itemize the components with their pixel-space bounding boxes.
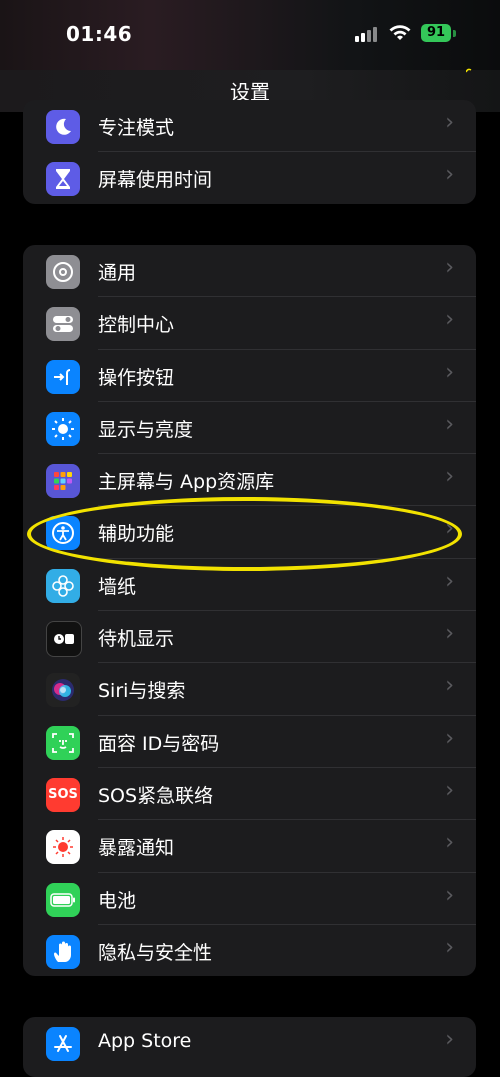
wifi-icon: [389, 25, 411, 40]
settings-row[interactable]: SOS SOS紧急联络 ›: [23, 768, 476, 821]
siri-icon: [46, 673, 80, 708]
battery-indicator: 91: [421, 24, 451, 42]
settings-row-label: 操作按钮: [98, 366, 175, 389]
settings-row[interactable]: 显示与亮度 ›: [23, 402, 476, 455]
chevron-right-icon: ›: [445, 464, 454, 490]
accessibility-icon: [46, 516, 80, 551]
settings-row-label: 专注模式: [98, 117, 175, 139]
chevron-right-icon: ›: [445, 162, 454, 188]
chevron-right-icon: ›: [445, 568, 454, 594]
battery-cap: [453, 30, 456, 37]
chevron-right-icon: ›: [445, 934, 454, 960]
exposure-icon: [46, 830, 80, 865]
settings-row[interactable]: 屏幕使用时间 ›: [23, 152, 476, 204]
chevron-right-icon: ›: [445, 255, 454, 280]
settings-row[interactable]: 隐私与安全性 ›: [23, 925, 476, 976]
settings-row[interactable]: 操作按钮 ›: [23, 350, 476, 402]
settings-row[interactable]: 主屏幕与 App资源库 ›: [23, 454, 476, 507]
status-time: 01:46: [66, 22, 133, 46]
settings-row[interactable]: App Store ›: [23, 1017, 476, 1069]
chevron-right-icon: ›: [445, 359, 454, 385]
settings-row-label: 待机显示: [98, 628, 175, 651]
settings-row[interactable]: Siri与搜索 ›: [23, 663, 476, 716]
settings-row[interactable]: 待机显示 ›: [23, 611, 476, 664]
chevron-right-icon: ›: [445, 110, 454, 135]
settings-row[interactable]: 专注模式 ›: [23, 100, 476, 153]
sos-text: SOS: [48, 787, 78, 803]
settings-row-label: 主屏幕与 App资源库: [98, 471, 275, 494]
face-id-icon: [46, 725, 80, 760]
chevron-right-icon: ›: [445, 621, 454, 647]
chevron-right-icon: ›: [445, 673, 454, 699]
chevron-right-icon: ›: [445, 411, 454, 437]
standby-icon: [46, 621, 82, 658]
settings-row[interactable]: 通用 ›: [23, 245, 476, 298]
settings-row-label: 电池: [98, 889, 137, 912]
app-store-group: App Store ›: [23, 1017, 476, 1077]
settings-row[interactable]: 电池 ›: [23, 873, 476, 925]
hourglass-icon: [46, 162, 80, 197]
focus-screen-time-group: 专注模式 › 屏幕使用时间 ›: [23, 100, 476, 204]
flower-icon: [46, 568, 80, 603]
settings-row-label: 隐私与安全性: [98, 941, 213, 964]
settings-row-label: 墙纸: [98, 575, 137, 598]
settings-row-label: 面容 ID与密码: [98, 732, 220, 755]
settings-row[interactable]: 暴露通知 ›: [23, 820, 476, 873]
chevron-right-icon: ›: [445, 516, 454, 542]
sos-icon: SOS: [46, 777, 80, 812]
settings-row[interactable]: 墙纸 ›: [23, 559, 476, 612]
chevron-right-icon: ›: [445, 1027, 454, 1052]
chevron-right-icon: ›: [445, 725, 454, 751]
settings-row-label: 屏幕使用时间: [98, 169, 213, 192]
hand-icon: [46, 934, 80, 969]
annotation-mark: [466, 68, 472, 73]
settings-row[interactable]: 控制中心 ›: [23, 297, 476, 350]
app-store-icon: [46, 1027, 80, 1061]
chevron-right-icon: ›: [445, 830, 454, 856]
settings-row-label: 辅助功能: [98, 523, 175, 546]
chevron-right-icon: ›: [445, 882, 454, 908]
settings-row-label: SOS紧急联络: [98, 784, 214, 807]
toggles-icon: [46, 307, 80, 342]
battery-icon: [46, 882, 80, 917]
gear-icon: [46, 255, 80, 289]
general-settings-group: 通用 › 控制中心 › 操作按钮 › 显示与亮度 › 主屏幕与 App资源库 › 辅助功能 › 墙纸 › 待…: [23, 245, 476, 976]
sun-icon: [46, 411, 80, 446]
settings-row-label: Siri与搜索: [98, 680, 186, 703]
status-bar: 01:46 91: [0, 0, 500, 70]
cellular-signal-icon: [355, 26, 379, 42]
moon-icon: [46, 110, 80, 144]
settings-row[interactable]: 面容 ID与密码 ›: [23, 716, 476, 768]
action-button-icon: [46, 359, 80, 394]
chevron-right-icon: ›: [445, 777, 454, 803]
settings-row[interactable]: 辅助功能 ›: [23, 506, 476, 559]
app-grid-icon: [46, 464, 80, 499]
settings-row-label: 暴露通知: [98, 837, 175, 860]
settings-row-label: App Store: [98, 1030, 192, 1052]
settings-row-label: 通用: [98, 262, 137, 284]
settings-row-label: 显示与亮度: [98, 418, 194, 441]
settings-row-label: 控制中心: [98, 314, 175, 337]
chevron-right-icon: ›: [445, 307, 454, 333]
